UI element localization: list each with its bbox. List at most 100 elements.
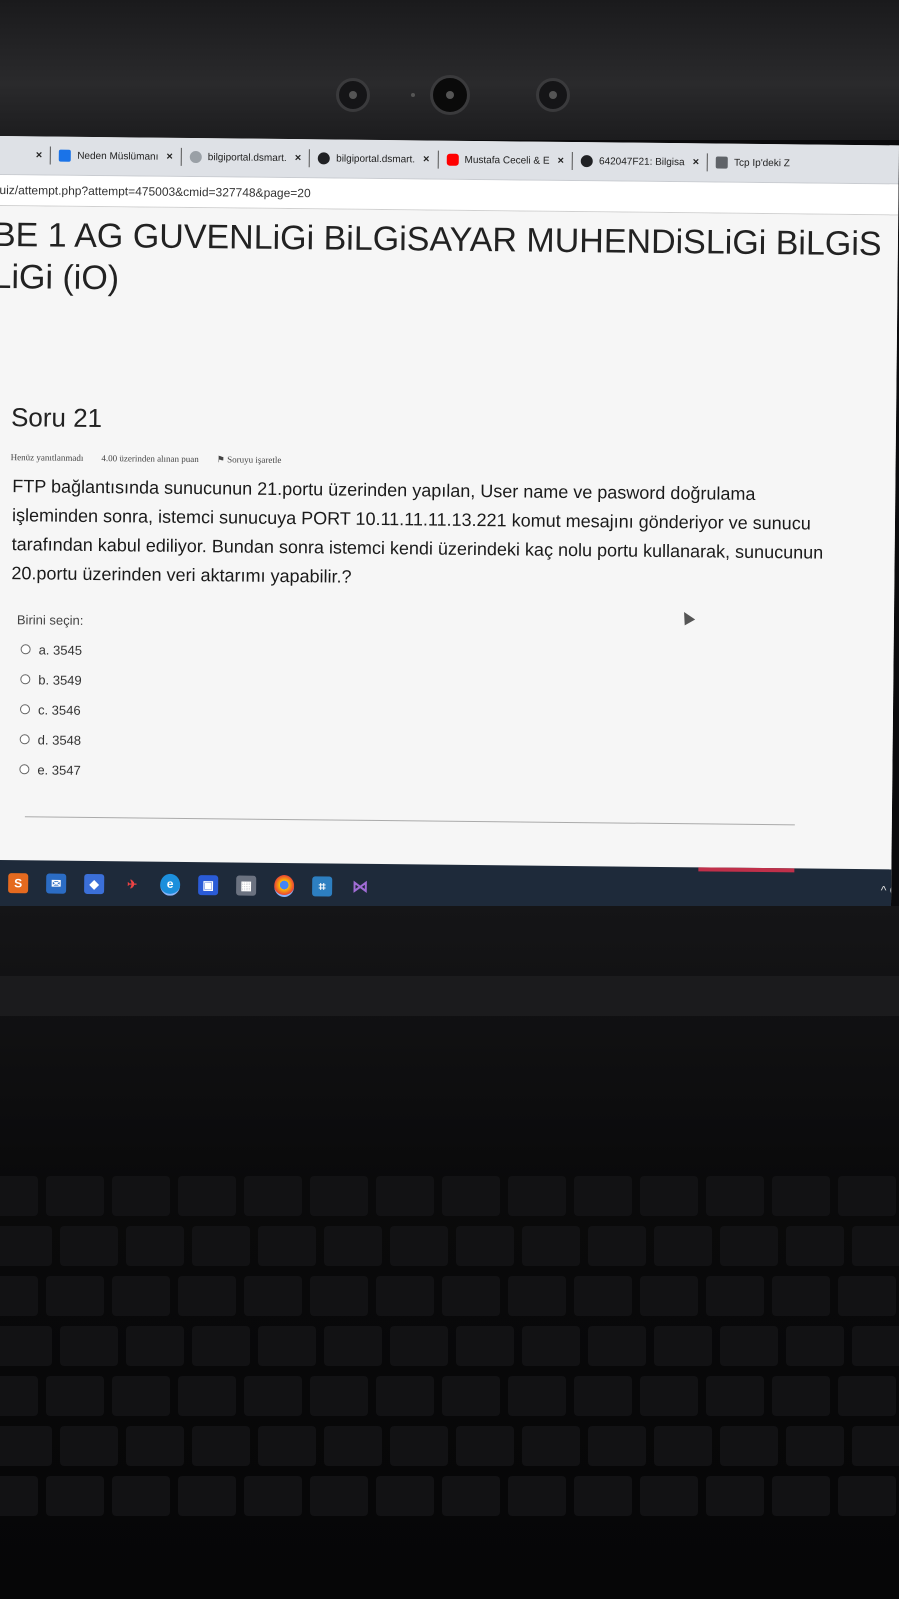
keyboard-key <box>0 1176 38 1216</box>
browser-tab[interactable]: Mustafa Ceceli & E × <box>438 146 572 175</box>
answer-option[interactable]: b. 3549 <box>20 664 82 695</box>
option-label[interactable]: b. 3549 <box>38 672 82 687</box>
youtube-icon <box>446 153 459 166</box>
keyboard-key <box>640 1376 698 1416</box>
keyboard-key <box>574 1376 632 1416</box>
keyboard-key <box>192 1226 250 1266</box>
browser-tab[interactable]: 642047F21: Bilgisa × <box>573 147 707 176</box>
keyboard-key <box>706 1176 764 1216</box>
keyboard-key <box>60 1226 118 1266</box>
answer-option[interactable]: c. 3546 <box>19 694 82 725</box>
keyboard-key <box>390 1426 448 1466</box>
divider <box>24 816 795 826</box>
keyboard-key <box>0 1426 52 1466</box>
edge-icon[interactable]: e <box>160 873 181 896</box>
box-icon[interactable]: ◆ <box>84 873 105 895</box>
answer-option[interactable]: e. 3547 <box>19 754 81 785</box>
keyboard-key <box>46 1276 104 1316</box>
flag-question-link[interactable]: ⚑ Soruyu işaretle <box>217 454 282 466</box>
plane-icon[interactable]: ✈ <box>122 874 142 894</box>
ir-sensor <box>536 78 570 112</box>
keyboard-key <box>654 1426 712 1466</box>
keyboard-key <box>390 1226 448 1266</box>
keyboard-key <box>786 1426 844 1466</box>
keyboard-key <box>720 1226 778 1266</box>
camera-led <box>411 93 415 97</box>
close-icon[interactable]: × <box>36 149 43 161</box>
laptop-keyboard-area <box>0 906 899 1599</box>
radio-button[interactable] <box>20 674 31 685</box>
question-info: Henüz yanıtlanmadı 4.00 üzerinden alınan… <box>11 452 282 466</box>
keyboard-key <box>112 1376 170 1416</box>
keyboard-key <box>508 1376 566 1416</box>
keyboard-key <box>192 1326 250 1366</box>
sublime-icon[interactable]: S <box>8 873 29 894</box>
close-icon[interactable]: × <box>166 151 173 163</box>
keyboard-key <box>706 1476 764 1516</box>
question-points: 4.00 üzerinden alınan puan <box>101 453 199 465</box>
keyboard-key <box>838 1176 896 1216</box>
mouse-cursor-icon <box>678 609 696 626</box>
close-icon[interactable]: × <box>558 155 565 167</box>
keyboard-key <box>640 1476 698 1516</box>
keyboard-key <box>60 1426 118 1466</box>
keyboard-key <box>852 1326 899 1366</box>
question-text: FTP bağlantısında sunucunun 21.portu üze… <box>11 476 824 587</box>
globe-icon <box>580 155 594 168</box>
calculator-icon[interactable]: ▦ <box>236 875 257 896</box>
keyboard-key <box>310 1176 368 1216</box>
course-title: BE 1 AG GUVENLiGi BiLGiSAYAR MUHENDiSLiG… <box>0 214 882 307</box>
keyboard-key <box>244 1476 302 1516</box>
close-icon[interactable]: × <box>693 156 700 168</box>
option-label[interactable]: a. 3545 <box>39 642 83 657</box>
radio-button[interactable] <box>20 644 31 655</box>
radio-button[interactable] <box>19 764 30 775</box>
store-icon[interactable]: ▣ <box>198 875 219 896</box>
mail-icon[interactable]: ✉ <box>46 873 67 894</box>
tab-close-partial[interactable]: × <box>0 141 50 170</box>
flag-label: Soruyu işaretle <box>227 454 282 465</box>
keyboard-key <box>178 1176 236 1216</box>
answer-option[interactable]: d. 3548 <box>19 724 82 755</box>
browser-tab[interactable]: Neden Müslümanı × <box>51 142 181 171</box>
laptop-hinge <box>0 976 899 1016</box>
browser-tab[interactable]: Tcp Ip'deki Z <box>708 148 798 177</box>
keyboard-key <box>258 1326 316 1366</box>
globe-icon <box>189 150 202 164</box>
tab-title: bilgiportal.dsmart. <box>207 151 287 164</box>
keyboard-key <box>0 1276 38 1316</box>
chrome-icon[interactable] <box>274 874 295 898</box>
option-label[interactable]: c. 3546 <box>38 702 81 717</box>
answer-options: a. 3545 b. 3549 c. 3546 d. 3548 e. 3547 <box>19 634 82 785</box>
webcam-lens <box>430 75 470 115</box>
keyboard-key <box>126 1226 184 1266</box>
keyboard-key <box>0 1226 52 1266</box>
keyboard-key <box>588 1326 646 1366</box>
system-tray[interactable]: ^ Ö <box>881 883 899 897</box>
option-label[interactable]: e. 3547 <box>37 762 81 777</box>
radio-button[interactable] <box>19 704 31 715</box>
browser-tab[interactable]: bilgiportal.dsmart. × <box>310 144 438 173</box>
keyboard-key <box>456 1426 514 1466</box>
keyboard-key <box>588 1426 646 1466</box>
answer-option[interactable]: a. 3545 <box>20 634 82 665</box>
tab-title: Tcp Ip'deki Z <box>734 157 790 169</box>
keyboard-key <box>0 1376 38 1416</box>
radio-button[interactable] <box>19 734 30 745</box>
keyboard-key <box>178 1376 236 1416</box>
keyboard-key <box>772 1176 830 1216</box>
keyboard-key <box>126 1326 184 1366</box>
keyboard-key <box>508 1276 566 1316</box>
flag-icon: ⚑ <box>216 454 225 465</box>
browser-tab[interactable]: bilgiportal.dsmart. × <box>182 143 310 172</box>
network-icon[interactable]: ⌗ <box>312 876 333 897</box>
visual-studio-icon[interactable]: ⋈ <box>350 877 370 897</box>
close-icon[interactable]: × <box>423 153 430 165</box>
laptop-screen: × Neden Müslümanı × bilgiportal.dsmart. … <box>0 136 899 916</box>
keyboard-key <box>522 1426 580 1466</box>
option-label[interactable]: d. 3548 <box>38 732 82 747</box>
keyboard-key <box>112 1276 170 1316</box>
close-icon[interactable]: × <box>295 152 302 164</box>
question-status: Henüz yanıtlanmadı <box>10 452 84 463</box>
doc-icon <box>715 156 729 169</box>
